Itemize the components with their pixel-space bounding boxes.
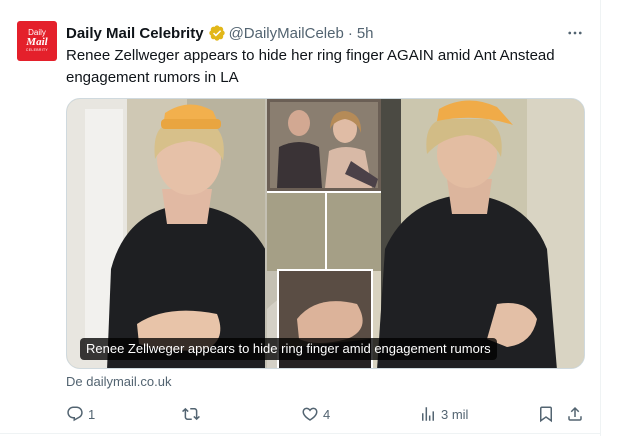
bookmark-icon (540, 406, 552, 423)
user-handle[interactable]: @DailyMailCeleb (229, 25, 344, 42)
retweet-button[interactable] (182, 402, 204, 426)
source-link[interactable]: De dailymail.co.uk (66, 374, 172, 389)
heart-icon (302, 407, 318, 421)
retweet-icon (182, 407, 200, 421)
right-border (600, 0, 601, 436)
reply-icon (67, 406, 83, 422)
like-button[interactable]: 4 (301, 402, 330, 426)
separator-dot: · (347, 24, 353, 42)
link-card[interactable]: Renee Zellweger appears to hide ring fin… (66, 98, 585, 369)
reply-button[interactable]: 1 (66, 402, 95, 426)
share-button[interactable] (566, 402, 584, 426)
bookmark-button[interactable] (537, 402, 555, 426)
article-photo-collage (67, 99, 584, 368)
avatar-logo-line2: Mail (26, 36, 48, 48)
card-caption: Renee Zellweger appears to hide ring fin… (80, 338, 497, 360)
verified-badge-icon (208, 25, 225, 41)
bottom-border (0, 433, 600, 434)
action-bar: 1 4 3 mil (66, 402, 586, 426)
like-count: 4 (323, 406, 331, 422)
avatar-logo-line3: CELEBRITY (25, 48, 49, 52)
display-name[interactable]: Daily Mail Celebrity (66, 25, 204, 42)
views-count: 3 mil (441, 406, 469, 422)
tweet-text: Renee Zellweger appears to hide her ring… (66, 47, 555, 86)
share-icon (568, 406, 582, 421)
more-horizontal-icon (568, 31, 582, 35)
views-button[interactable]: 3 mil (419, 402, 468, 426)
timestamp[interactable]: 5h (357, 25, 374, 42)
reply-count: 1 (88, 406, 96, 422)
views-chart-icon (422, 407, 434, 421)
tweet-header: Daily Mail Celebrity @DailyMailCeleb · 5… (66, 23, 374, 43)
avatar[interactable]: Daily Mail CELEBRITY (17, 21, 57, 61)
more-options-button[interactable] (563, 22, 587, 44)
